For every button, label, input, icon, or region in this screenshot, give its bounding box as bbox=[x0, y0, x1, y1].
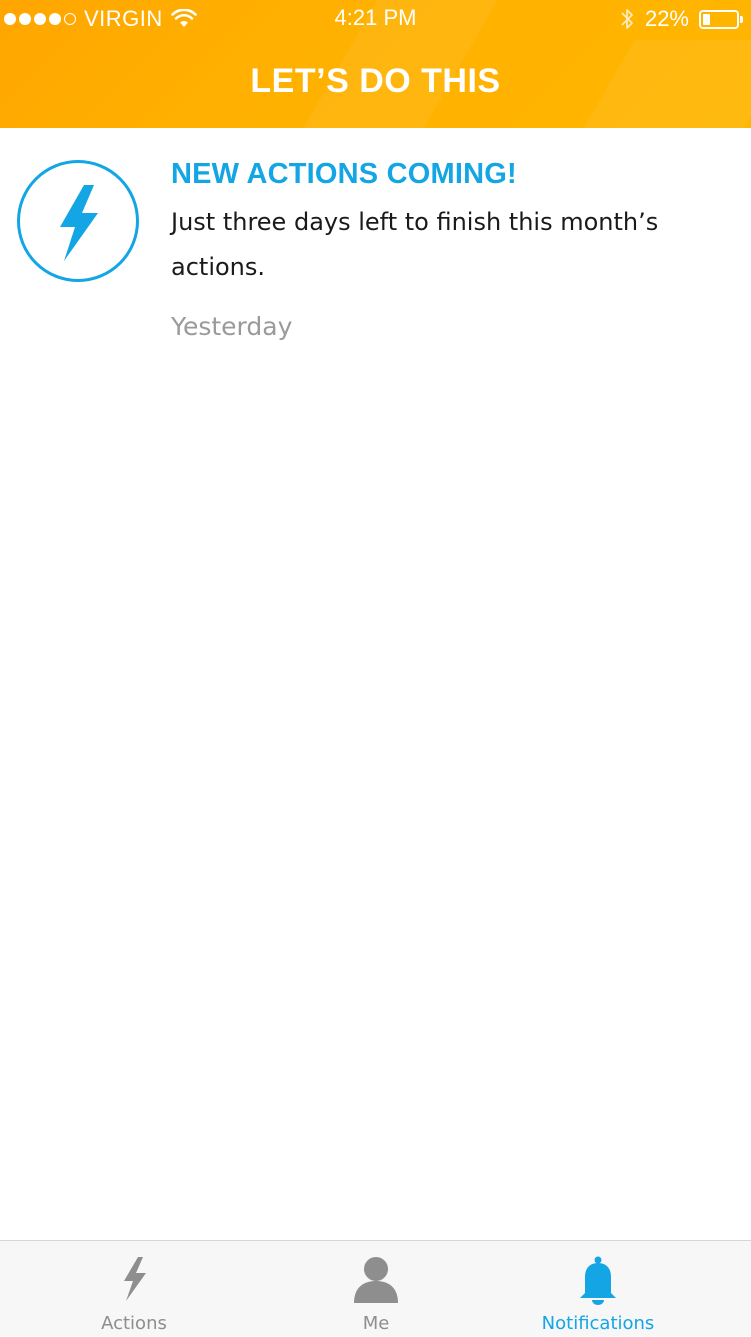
tab-notifications-label: Notifications bbox=[541, 1313, 655, 1334]
tab-actions-label: Actions bbox=[101, 1313, 167, 1334]
battery-icon bbox=[699, 9, 743, 29]
notification-body: Just three days left to finish this mont… bbox=[171, 208, 659, 281]
status-right: 22% bbox=[619, 6, 743, 32]
app-header: VIRGIN 4:21 PM 22% LET’S DO THIS bbox=[0, 0, 751, 128]
person-icon bbox=[354, 1257, 398, 1303]
battery-level-fill bbox=[703, 13, 710, 25]
tab-me[interactable]: Me bbox=[251, 1241, 501, 1337]
notification-timestamp: Yesterday bbox=[171, 312, 293, 341]
page-title: LET’S DO THIS bbox=[250, 62, 501, 100]
bluetooth-icon bbox=[621, 9, 633, 29]
tab-bar: Actions Me Notifications bbox=[0, 1240, 751, 1336]
notification-title: NEW ACTIONS COMING! bbox=[171, 158, 517, 190]
lightning-bolt-icon bbox=[124, 1257, 146, 1301]
battery-percent: 22% bbox=[644, 6, 689, 31]
lightning-bolt-icon bbox=[17, 160, 139, 282]
tab-me-label: Me bbox=[362, 1313, 390, 1334]
bell-icon bbox=[580, 1256, 616, 1305]
tab-notifications[interactable]: Notifications bbox=[473, 1241, 723, 1337]
tab-actions[interactable]: Actions bbox=[9, 1241, 259, 1337]
status-bar: VIRGIN 4:21 PM 22% bbox=[0, 0, 751, 40]
